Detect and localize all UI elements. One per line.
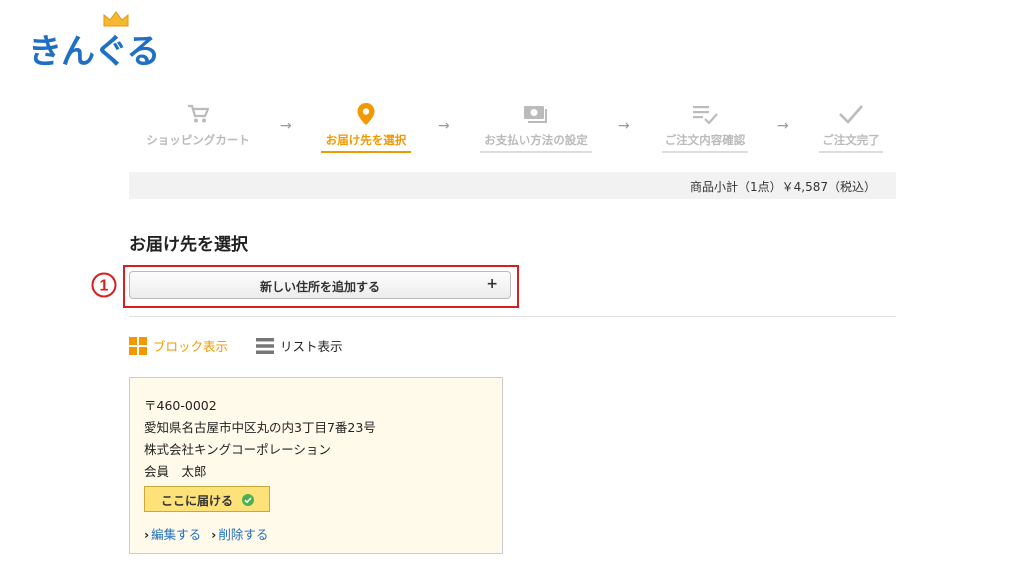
step-label: お支払い方法の設定 [480,132,592,153]
block-view-toggle[interactable]: ブロック表示 [129,336,228,355]
address-line: 愛知県名古屋市中区丸の内3丁目7番23号 [144,420,376,435]
address-card: 〒460-0002 愛知県名古屋市中区丸の内3丁目7番23号 株式会社キングコー… [129,377,503,554]
plus-icon: + [486,276,498,292]
grid-view-icon [129,336,147,355]
cart-icon [188,104,209,123]
company-name: 株式会社キングコーポレーション [144,442,331,457]
delete-link[interactable]: 削除する [218,527,268,542]
step-label: お届け先を選択 [321,132,411,153]
step-destination: お届け先を選択 [321,100,411,153]
divider [129,316,896,317]
edit-link[interactable]: 編集する [151,527,201,542]
money-icon [524,106,547,123]
arrow-right-icon: → [438,118,450,134]
chevron-right-icon: › [211,527,217,542]
check-icon [839,105,863,124]
postal-code: 〒460-0002 [144,398,217,413]
step-complete: ご注文完了 [819,100,883,153]
card-actions: › 編集する › 削除する [144,524,268,543]
site-logo[interactable]: きんぐる [28,10,178,72]
deliver-here-button[interactable]: ここに届ける [144,486,270,512]
step-confirm: ご注文内容確認 [662,100,748,153]
crown-icon [103,11,129,27]
location-pin-icon [357,103,375,125]
delete-link-wrap: › 削除する [211,524,268,543]
add-address-button[interactable]: 新しい住所を追加する + [129,271,511,299]
recipient-name: 会員 太郎 [144,464,207,479]
list-view-icon [256,337,274,354]
chevron-right-icon: › [144,527,150,542]
logo-text: きんぐる [28,32,160,72]
step-label: ショッピングカート [146,133,250,147]
check-circle-icon [242,494,254,506]
step-payment: お支払い方法の設定 [480,100,592,153]
list-view-label: リスト表示 [280,339,343,354]
list-view-toggle[interactable]: リスト表示 [256,336,343,355]
step-label: ご注文完了 [819,132,883,153]
callout-number-text: 1 [100,278,109,295]
arrow-right-icon: → [618,118,630,134]
block-view-label: ブロック表示 [153,339,229,354]
subtotal-bar: 商品小計（1点）￥4,587（税込） [129,172,896,199]
subtotal-text: 商品小計（1点）￥4,587（税込） [690,180,876,194]
arrow-right-icon: → [777,118,789,134]
checkout-steps: ショッピングカート → お届け先を選択 → お支払い方法の設定 → ご注文内容確… [129,100,896,160]
arrow-right-icon: → [280,118,292,134]
page-title: お届け先を選択 [129,235,248,255]
deliver-here-label: ここに届ける [161,494,234,508]
step-cart: ショッピングカート [143,100,253,153]
checklist-icon [693,106,718,124]
callout-number-badge: 1 [91,272,117,298]
add-address-label: 新しい住所を追加する [259,280,380,294]
step-label: ご注文内容確認 [662,132,748,153]
edit-link-wrap: › 編集する [144,524,201,543]
